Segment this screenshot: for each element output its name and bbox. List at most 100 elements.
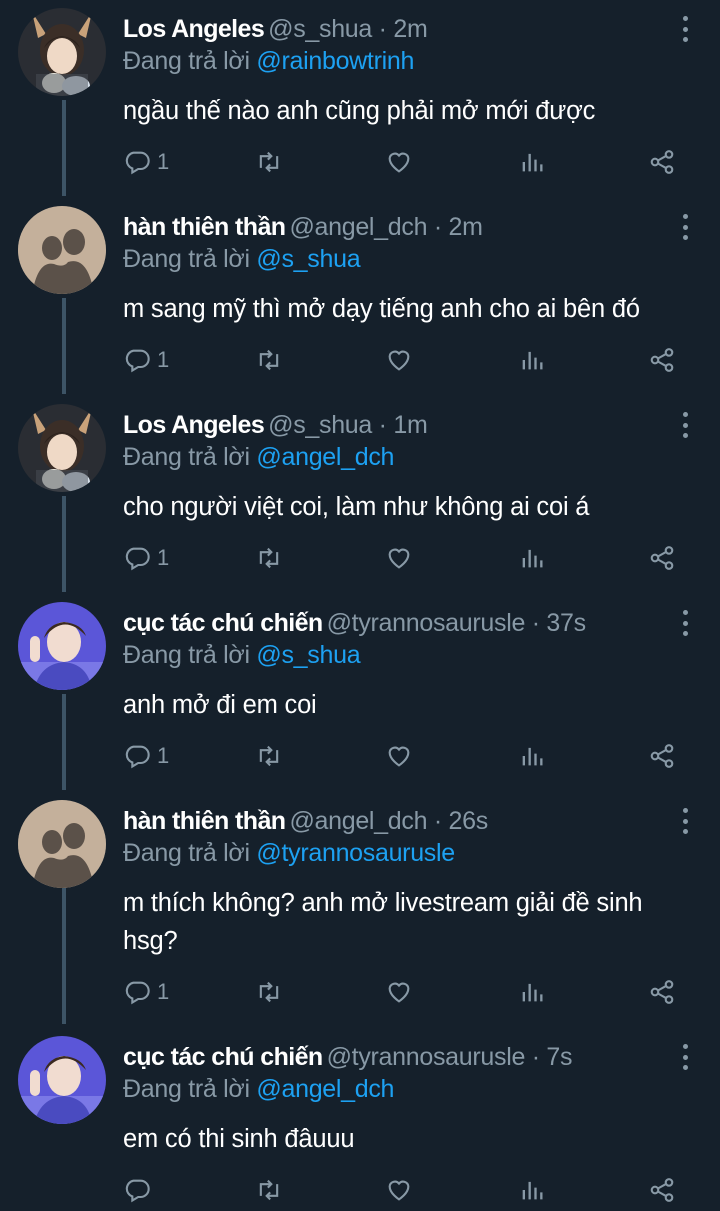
analytics-icon xyxy=(522,747,543,766)
reply-button[interactable]: 1 xyxy=(123,736,169,776)
share-button[interactable] xyxy=(648,538,676,578)
more-icon[interactable] xyxy=(680,412,690,438)
more-icon[interactable] xyxy=(680,1044,690,1070)
more-icon[interactable] xyxy=(680,808,690,834)
retweet-icon xyxy=(259,1179,279,1201)
replying-to-label: Đang trả lời xyxy=(123,47,250,75)
more-icon[interactable] xyxy=(680,610,690,636)
tweet-text: ngầu thế nào anh cũng phải mở mới được xyxy=(123,97,596,125)
retweet-button[interactable] xyxy=(255,736,283,776)
user-handle: @s_shua · 1m xyxy=(268,411,428,439)
display-name[interactable]: cục tác chú chiến xyxy=(123,609,323,637)
share-button[interactable] xyxy=(648,142,676,182)
reply-button[interactable]: 1 xyxy=(123,538,169,578)
more-icon[interactable] xyxy=(680,214,690,240)
tweet[interactable]: cục tác chú chiến @tyrannosaurusle · 7s Đ… xyxy=(0,1028,720,1211)
like-button[interactable] xyxy=(385,1170,413,1210)
tweet[interactable]: Los Angeles @s_shua · 1m Đang trả lời @an… xyxy=(0,396,720,594)
share-button[interactable] xyxy=(648,972,676,1012)
avatar[interactable] xyxy=(18,404,106,492)
analytics-button[interactable] xyxy=(518,340,546,380)
analytics-button[interactable] xyxy=(518,142,546,182)
mention-link[interactable]: @rainbowtrinh xyxy=(256,47,414,75)
analytics-button[interactable] xyxy=(518,1170,546,1210)
more-icon[interactable] xyxy=(680,16,690,42)
user-handle: @tyrannosaurusle · 7s xyxy=(326,1043,573,1071)
tweet-text: m sang mỹ thì mở dạy tiếng anh cho ai bê… xyxy=(123,295,640,323)
share-button[interactable] xyxy=(648,736,676,776)
analytics-button[interactable] xyxy=(518,538,546,578)
reply-icon xyxy=(125,547,150,571)
share-icon xyxy=(650,980,674,1004)
avatar[interactable] xyxy=(18,1036,106,1124)
like-icon xyxy=(388,1180,410,1201)
retweet-button[interactable] xyxy=(255,142,283,182)
tweet-actions: 1 xyxy=(123,736,683,776)
tweet-actions xyxy=(123,1170,683,1210)
user-handle: @angel_dch · 26s xyxy=(289,807,488,835)
retweet-button[interactable] xyxy=(255,538,283,578)
retweet-icon xyxy=(259,547,279,569)
retweet-button[interactable] xyxy=(255,340,283,380)
display-name[interactable]: cục tác chú chiến xyxy=(123,1043,323,1071)
user-handle: @s_shua · 2m xyxy=(268,15,428,43)
share-icon xyxy=(650,1178,674,1202)
avatar[interactable] xyxy=(18,206,106,294)
reply-button[interactable]: 1 xyxy=(123,142,169,182)
replying-to-label: Đang trả lời xyxy=(123,1075,250,1103)
reply-button[interactable]: 1 xyxy=(123,972,169,1012)
mention-link[interactable]: @s_shua xyxy=(256,641,360,669)
reply-button[interactable] xyxy=(123,1170,157,1210)
tweet-actions: 1 xyxy=(123,142,683,182)
reply-icon xyxy=(125,151,150,175)
retweet-button[interactable] xyxy=(255,1170,283,1210)
analytics-icon xyxy=(522,153,543,172)
tweet-actions: 1 xyxy=(123,972,683,1012)
like-icon xyxy=(388,152,410,173)
share-button[interactable] xyxy=(648,1170,676,1210)
display-name[interactable]: Los Angeles xyxy=(123,15,265,43)
tweet[interactable]: Los Angeles @s_shua · 2m Đang trả lời @ra… xyxy=(0,0,720,198)
mention-link[interactable]: @angel_dch xyxy=(256,443,394,471)
retweet-icon xyxy=(259,349,279,371)
mention-link[interactable]: @angel_dch xyxy=(256,1075,394,1103)
retweet-icon xyxy=(259,745,279,767)
like-button[interactable] xyxy=(385,972,413,1012)
retweet-button[interactable] xyxy=(255,972,283,1012)
tweet[interactable]: hàn thiên thần @angel_dch · 26s Đang trả … xyxy=(0,792,720,1028)
analytics-button[interactable] xyxy=(518,736,546,776)
avatar[interactable] xyxy=(18,800,106,888)
like-button[interactable] xyxy=(385,142,413,182)
tweet[interactable]: hàn thiên thần @angel_dch · 2m Đang trả l… xyxy=(0,198,720,396)
avatar[interactable] xyxy=(18,8,106,96)
like-icon xyxy=(388,548,410,569)
retweet-icon xyxy=(259,981,279,1003)
display-name[interactable]: hàn thiên thần xyxy=(123,807,286,835)
display-name[interactable]: hàn thiên thần xyxy=(123,213,286,241)
avatar[interactable] xyxy=(18,602,106,690)
tweet-text: cho người việt coi, làm như không ai coi… xyxy=(123,493,590,521)
mention-link[interactable]: @tyrannosaurusle xyxy=(256,839,455,867)
reply-button[interactable]: 1 xyxy=(123,340,169,380)
tweet[interactable]: cục tác chú chiến @tyrannosaurusle · 37s … xyxy=(0,594,720,792)
like-button[interactable] xyxy=(385,736,413,776)
reply-count: 1 xyxy=(157,545,170,570)
like-button[interactable] xyxy=(385,340,413,380)
tweet-actions: 1 xyxy=(123,538,683,578)
display-name[interactable]: Los Angeles xyxy=(123,411,265,439)
analytics-icon xyxy=(522,549,543,568)
share-icon xyxy=(650,744,674,768)
analytics-icon xyxy=(522,351,543,370)
mention-link[interactable]: @s_shua xyxy=(256,245,360,273)
tweet-text: em có thi sinh đâuuu xyxy=(123,1125,355,1153)
analytics-icon xyxy=(522,1181,543,1200)
reply-count: 1 xyxy=(157,979,170,1004)
analytics-icon xyxy=(522,983,543,1002)
share-icon xyxy=(650,150,674,174)
like-button[interactable] xyxy=(385,538,413,578)
tweet-timeline: Los Angeles @s_shua · 2m Đang trả lời @ra… xyxy=(0,0,720,1211)
analytics-button[interactable] xyxy=(518,972,546,1012)
share-button[interactable] xyxy=(648,340,676,380)
share-icon xyxy=(650,348,674,372)
reply-count: 1 xyxy=(157,347,170,372)
